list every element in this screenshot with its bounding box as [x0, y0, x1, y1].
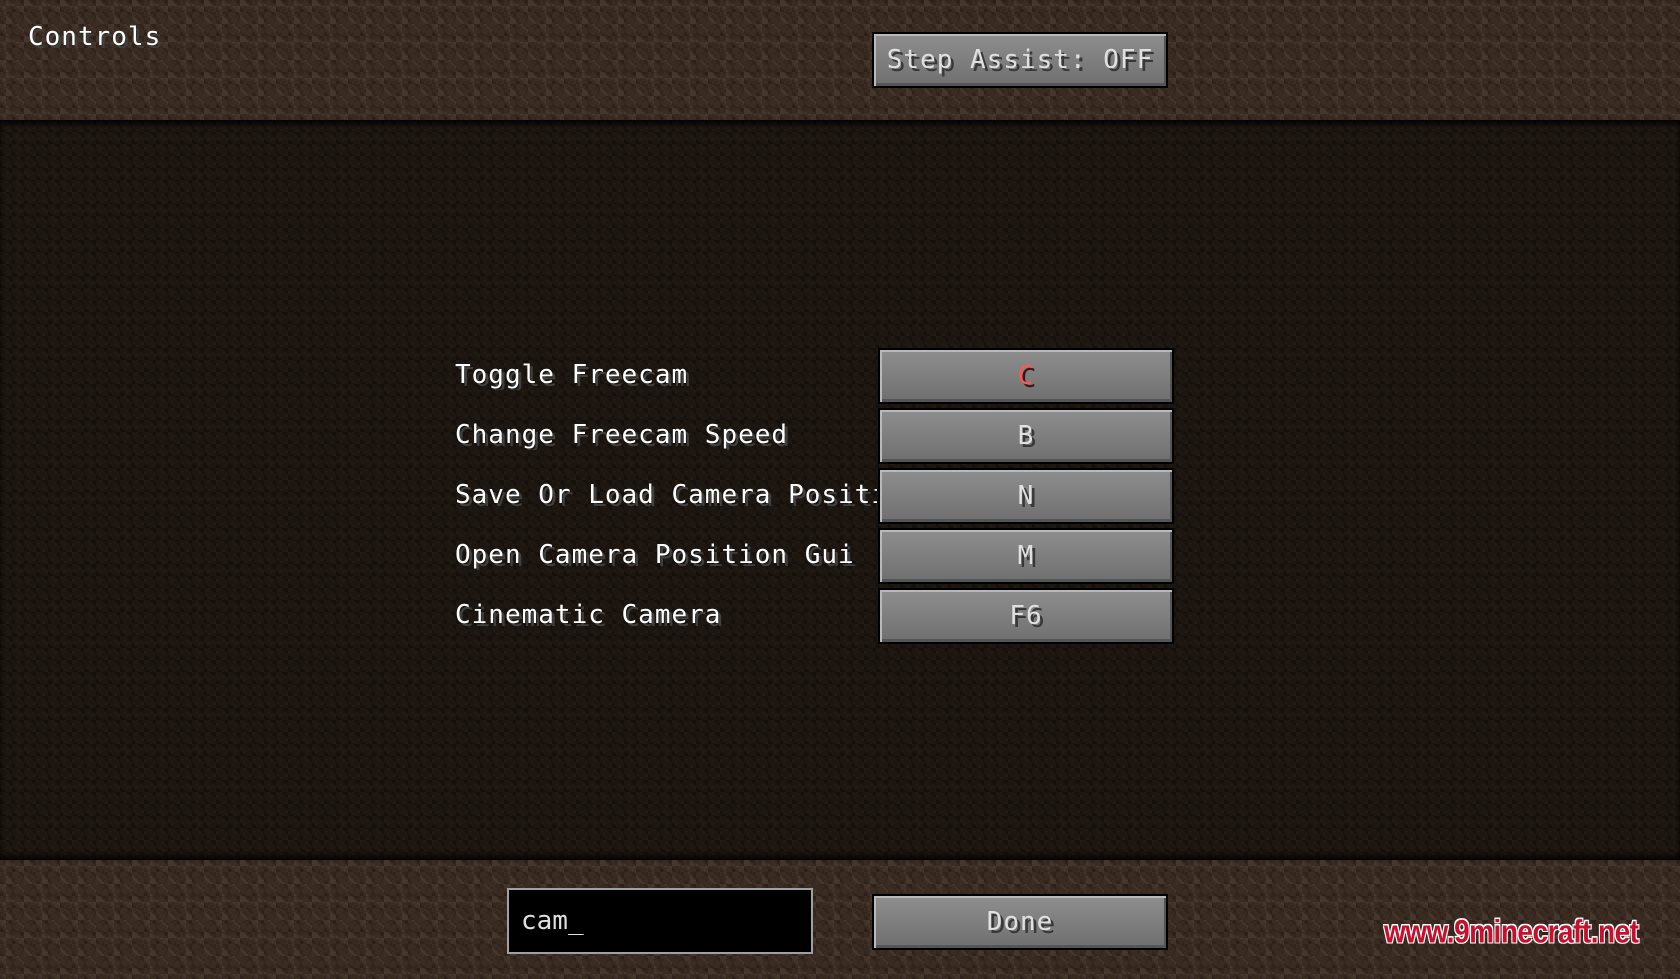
- keybind-row-change-freecam-speed: Change Freecam Speed B: [0, 408, 1680, 468]
- keybind-key: F6: [1009, 601, 1043, 631]
- search-input[interactable]: [521, 906, 801, 936]
- keybind-label: Open Camera Position Gui: [455, 540, 855, 570]
- keybind-row-cinematic-camera: Cinematic Camera F6: [0, 588, 1680, 648]
- keybind-row-toggle-freecam: Toggle Freecam C: [0, 348, 1680, 408]
- keybind-button-save-load-camera-position[interactable]: N: [878, 468, 1174, 524]
- keybind-key: N: [1017, 481, 1035, 511]
- keybind-row-save-load-camera-position: Save Or Load Camera Positio N: [0, 468, 1680, 528]
- done-button[interactable]: Done: [872, 894, 1168, 950]
- keybind-row-open-camera-position-gui: Open Camera Position Gui M: [0, 528, 1680, 588]
- keybind-button-open-camera-position-gui[interactable]: M: [878, 528, 1174, 584]
- keybind-label: Save Or Load Camera Positio: [455, 480, 877, 510]
- controls-screen: Toggle Freecam C Change Freecam Speed B …: [0, 0, 1680, 979]
- keybind-button-toggle-freecam[interactable]: C: [878, 348, 1174, 404]
- keybind-list[interactable]: Toggle Freecam C Change Freecam Speed B …: [0, 120, 1680, 860]
- keybind-label: Change Freecam Speed: [455, 420, 789, 450]
- search-field[interactable]: [507, 888, 813, 954]
- keybind-button-change-freecam-speed[interactable]: B: [878, 408, 1174, 464]
- done-label: Done: [986, 907, 1054, 937]
- step-assist-button[interactable]: Step Assist: OFF: [872, 32, 1168, 88]
- watermark-logo: www.9minecraft.net: [1384, 913, 1639, 950]
- step-assist-label: Step Assist: OFF: [886, 45, 1154, 75]
- keybind-label: Toggle Freecam: [455, 360, 689, 390]
- keybind-key: M: [1017, 541, 1035, 571]
- keybind-key: B: [1017, 421, 1035, 451]
- keybind-label: Cinematic Camera: [455, 600, 722, 630]
- keybind-button-cinematic-camera[interactable]: F6: [878, 588, 1174, 644]
- keybind-key: C: [1017, 361, 1035, 391]
- header-dirt-background: [0, 0, 1680, 120]
- screen-title: Controls: [28, 22, 162, 52]
